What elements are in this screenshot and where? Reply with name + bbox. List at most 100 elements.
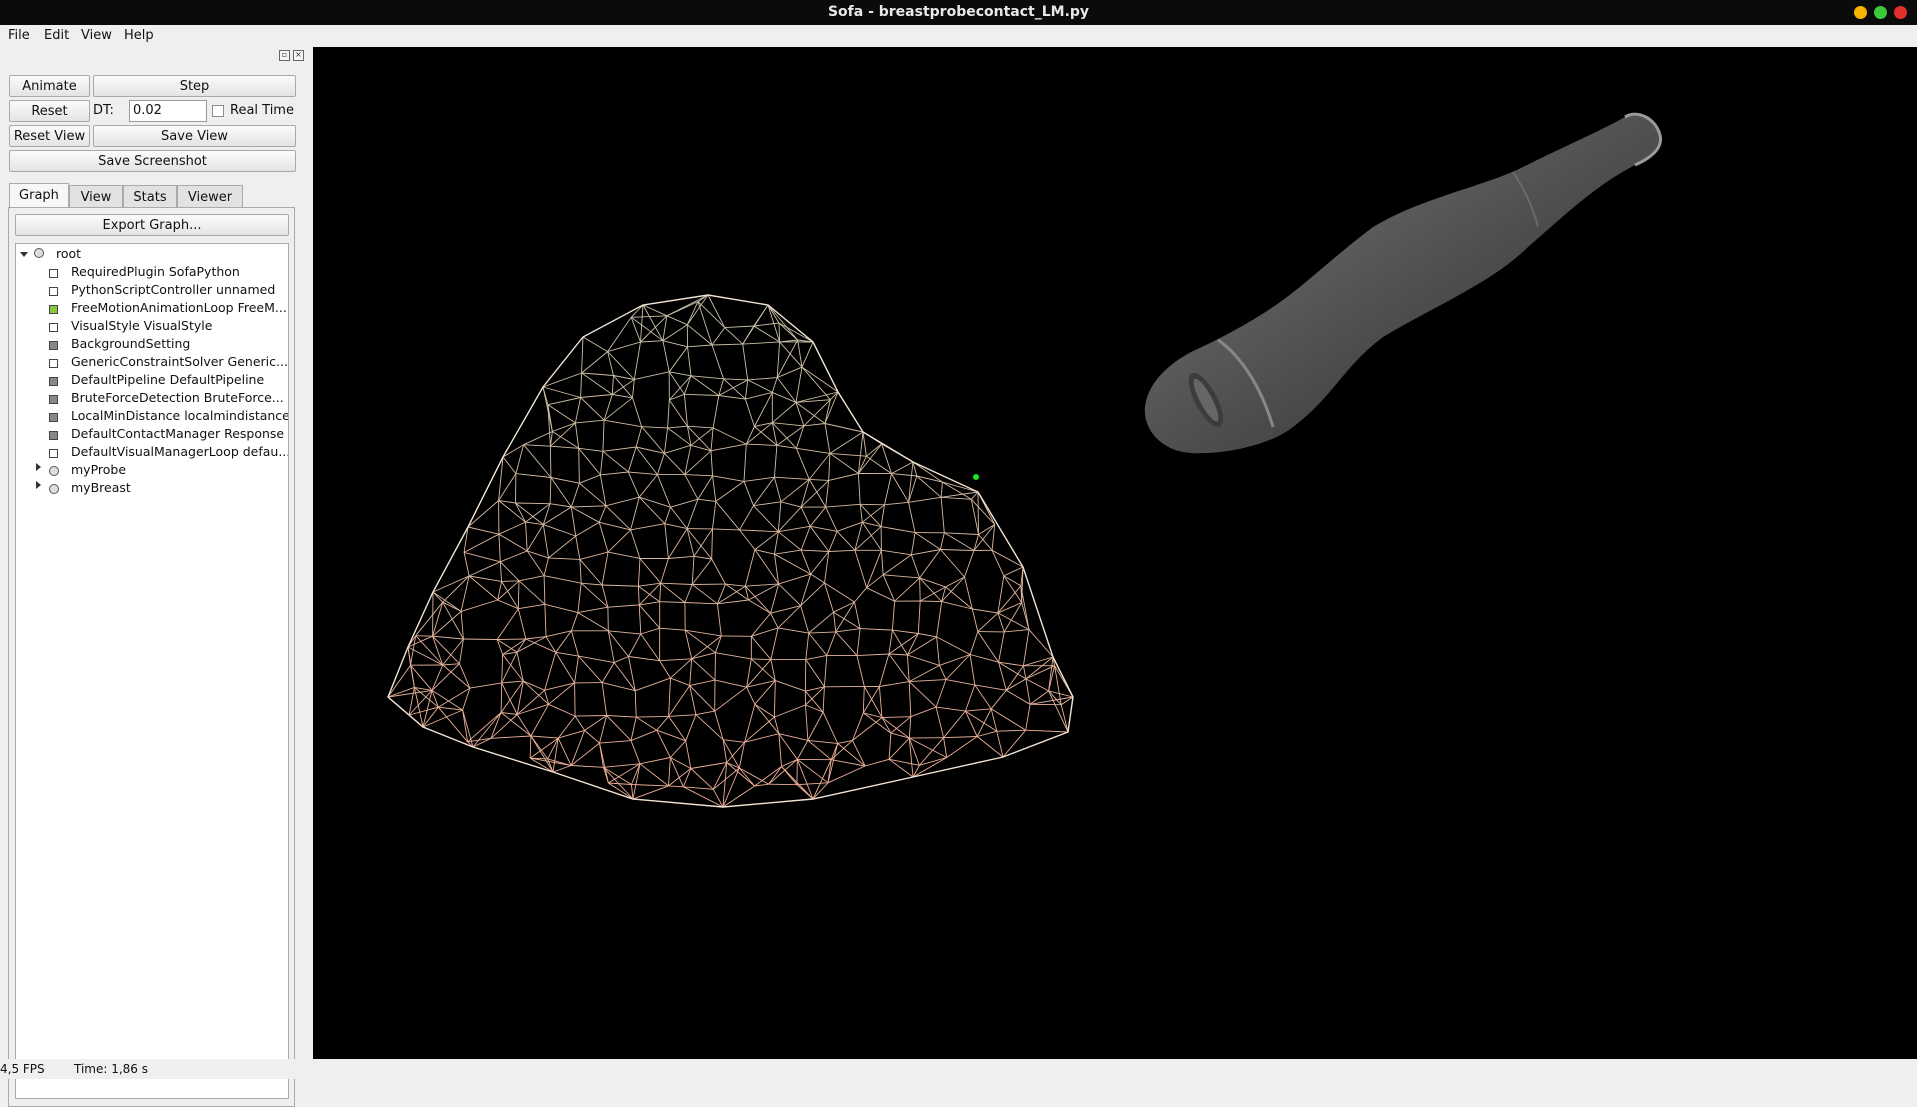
mesh-edge (809, 453, 830, 479)
mesh-edge (809, 633, 827, 655)
mesh-edge (801, 550, 811, 574)
tree-item[interactable]: BackgroundSetting (71, 335, 190, 353)
maximize-button[interactable] (1874, 6, 1887, 19)
mesh-edge (409, 687, 414, 715)
tab-stats[interactable]: Stats (123, 185, 177, 209)
mesh-edge (797, 740, 808, 759)
mesh-edge (755, 532, 778, 550)
mesh-edge (579, 448, 601, 475)
mesh-edge (527, 551, 548, 558)
mesh-edge (1023, 657, 1053, 666)
tree-item[interactable]: PythonScriptController unnamed (71, 281, 275, 299)
mesh-edge (631, 741, 640, 764)
menu-file[interactable]: File (8, 28, 30, 43)
mesh-edge (631, 730, 657, 740)
tree-node-mybreast[interactable]: myBreast (71, 479, 131, 497)
mesh-edge (640, 764, 669, 786)
tab-view[interactable]: View (69, 185, 123, 209)
menu-view[interactable]: View (81, 28, 112, 43)
dt-input[interactable]: 0.02 (129, 100, 207, 122)
mesh-edge (464, 534, 499, 552)
component-square-icon (49, 377, 58, 386)
mesh-edge (719, 380, 748, 396)
tree-item[interactable]: DefaultContactManager Response (71, 425, 284, 443)
expand-arrow-icon[interactable] (36, 463, 41, 471)
step-button[interactable]: Step (93, 75, 296, 97)
mesh-edge (416, 636, 433, 637)
tree-item[interactable]: FreeMotionAnimationLoop FreeM... (71, 299, 287, 317)
mesh-edge (433, 611, 462, 636)
mesh-edge (469, 562, 500, 576)
reset-scene-button[interactable]: Reset Scene (9, 100, 90, 122)
tree-item[interactable]: BruteForceDetection BruteForce... (71, 389, 284, 407)
mesh-edge (517, 715, 531, 737)
mesh-edge (809, 612, 834, 633)
mesh-edge (796, 402, 825, 423)
mesh-edge (600, 451, 603, 475)
mesh-edge (879, 654, 889, 687)
mesh-edge (552, 432, 578, 449)
mesh-edge (580, 559, 581, 583)
mesh-edge (549, 558, 580, 560)
breast-wireframe-mesh[interactable] (388, 295, 1073, 807)
mesh-edge (744, 477, 774, 481)
float-dock-icon[interactable]: ▫ (279, 50, 290, 61)
mesh-edge (558, 716, 575, 738)
mesh-edge (715, 653, 716, 680)
mesh-edge (823, 712, 838, 743)
mesh-edge (599, 506, 606, 523)
tree-item[interactable]: RequiredPlugin SofaPython (71, 263, 240, 281)
mesh-edge (772, 423, 804, 426)
save-screenshot-button[interactable]: Save Screenshot (9, 150, 296, 172)
export-graph-button[interactable]: Export Graph... (15, 214, 289, 236)
reset-view-button[interactable]: Reset View (9, 125, 90, 147)
mesh-edge (667, 316, 687, 325)
tree-item[interactable]: DefaultVisualManagerLoop defau... (71, 443, 289, 461)
mesh-edge (501, 681, 523, 712)
tree-node-myprobe[interactable]: myProbe (71, 461, 126, 479)
save-view-button[interactable]: Save View (93, 125, 296, 147)
mesh-edge (827, 632, 836, 656)
tree-item[interactable]: VisualStyle VisualStyle (71, 317, 212, 335)
mesh-edge (692, 559, 712, 585)
tab-viewer[interactable]: Viewer (177, 185, 243, 209)
mesh-edge (670, 758, 690, 769)
mesh-edge (665, 507, 671, 524)
mesh-edge (781, 502, 801, 507)
tree-item[interactable]: DefaultPipeline DefaultPipeline (71, 371, 264, 389)
mesh-edge (582, 337, 583, 373)
ultrasound-probe[interactable] (1145, 114, 1661, 453)
mesh-edge (661, 583, 685, 602)
close-button[interactable] (1894, 6, 1907, 19)
graph-tab-pane: Export Graph... root RequiredPlugin Sofa… (8, 207, 295, 1107)
mesh-edge (771, 613, 779, 628)
minimize-button[interactable] (1854, 6, 1867, 19)
scene-graph-tree[interactable]: root RequiredPlugin SofaPython PythonScr… (15, 243, 289, 1099)
mesh-edge (684, 394, 718, 395)
mesh-edge (669, 400, 687, 426)
tab-graph[interactable]: Graph (9, 183, 69, 209)
3d-viewport[interactable] (313, 47, 1917, 1059)
close-dock-icon[interactable]: × (293, 50, 304, 61)
expand-arrow-icon[interactable] (20, 252, 28, 257)
tree-item[interactable]: LocalMinDistance localmindistance (71, 407, 289, 425)
mesh-edge (503, 639, 526, 655)
mesh-edge (823, 687, 824, 712)
mesh-edge (579, 483, 606, 506)
mesh-edge (571, 507, 599, 522)
expand-arrow-icon[interactable] (36, 481, 41, 489)
real-time-checkbox[interactable] (212, 105, 224, 117)
mesh-edge (631, 524, 665, 530)
fps-readout: 4,5 FPS (0, 1062, 45, 1076)
menu-help[interactable]: Help (124, 28, 154, 43)
mesh-edge (585, 730, 600, 743)
animate-button[interactable]: Animate (9, 75, 90, 97)
menu-edit[interactable]: Edit (44, 28, 69, 43)
mesh-edge (663, 325, 687, 341)
mesh-edge (608, 631, 628, 657)
mesh-edge (778, 606, 801, 628)
tree-node-root[interactable]: root (56, 245, 81, 263)
mesh-edge (857, 656, 864, 687)
tree-item[interactable]: GenericConstraintSolver Generic... (71, 353, 288, 371)
mesh-edge (660, 602, 685, 603)
